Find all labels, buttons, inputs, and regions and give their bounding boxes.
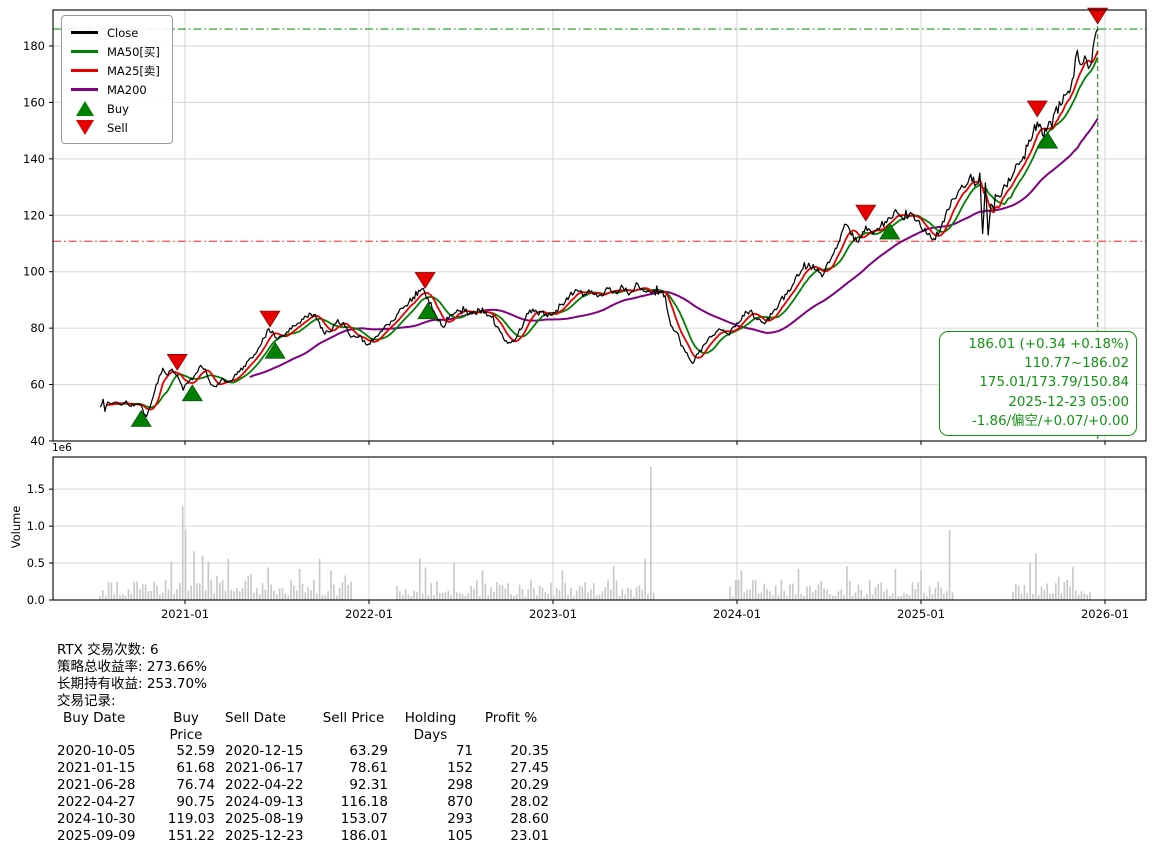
svg-text:40: 40: [30, 434, 45, 448]
svg-text:100: 100: [23, 265, 45, 279]
volume-axis-label: Volume: [9, 505, 23, 549]
table-row: 2022-04-27 90.75 2024-09-13 116.18 870 28.02: [57, 794, 549, 811]
hold-return-line: 长期持有收益: 253.70%: [57, 675, 207, 692]
legend: Close MA50[买] MA25[卖] MA200 Buy Sell: [61, 15, 173, 144]
svg-text:160: 160: [23, 95, 45, 109]
table-row: 2021-06-28 76.74 2022-04-22 92.31 298 20.29: [57, 777, 549, 794]
svg-text:140: 140: [23, 152, 45, 166]
sell-triangle-icon: [71, 120, 98, 135]
svg-text:2024-01: 2024-01: [713, 607, 761, 621]
trade-record-title: 交易记录:: [57, 692, 116, 709]
price-annotation-box: 186.01 (+0.34 +0.18%) 110.77~186.02 175.…: [939, 331, 1137, 437]
annotation-line: 186.01 (+0.34 +0.18%): [968, 337, 1129, 352]
volume-scale-label: 1e6: [52, 442, 72, 454]
legend-item-ma50: MA50[买]: [71, 42, 160, 61]
legend-item-ma200: MA200: [71, 80, 160, 99]
legend-label: MA50[买]: [107, 44, 160, 59]
legend-item-sell: Sell: [71, 118, 160, 137]
close-line-swatch: [71, 31, 98, 34]
annotation-line: 110.77~186.02: [1024, 356, 1129, 372]
legend-label: Close: [107, 25, 139, 40]
ma25-line-swatch: [71, 69, 98, 72]
legend-item-buy: Buy: [71, 99, 160, 118]
trade-count-line: RTX 交易次数: 6: [57, 642, 159, 658]
legend-item-ma25: MA25[卖]: [71, 61, 160, 80]
legend-label: Sell: [107, 120, 128, 135]
annotation-line: 2025-12-23 05:00: [1008, 394, 1129, 410]
svg-text:2026-01: 2026-01: [1081, 607, 1129, 621]
svg-text:2025-01: 2025-01: [897, 607, 945, 621]
figure: 2021-01 2022-01 2023-01 2024-01 2025-01 2026-…: [0, 0, 1152, 849]
table-row: 2024-10-30 119.03 2025-08-19 153.07 293 28.60: [57, 811, 549, 828]
svg-text:180: 180: [23, 39, 45, 53]
strategy-return-line: 策略总收益率: 273.66%: [57, 658, 207, 675]
strategy-stats: RTX 交易次数: 6 策略总收益率: 273.66% 长期持有收益: 253.…: [57, 642, 549, 845]
annotation-line: -1.86/偏空/+0.07/+0.00: [971, 413, 1129, 429]
trade-table-body: 2020-10-05 52.59 2020-12-15 63.29 71 20.35 202…: [57, 743, 549, 844]
annotation-line: 175.01/173.79/150.84: [979, 375, 1129, 391]
table-row: 2021-01-15 61.68 2021-06-17 78.61 152 27.45: [57, 760, 549, 777]
svg-text:0.0: 0.0: [27, 593, 45, 607]
svg-text:120: 120: [23, 208, 45, 222]
buy-triangle-icon: [71, 101, 98, 116]
table-row: 2020-10-05 52.59 2020-12-15 63.29 71 20.35: [57, 743, 549, 760]
legend-item-close: Close: [71, 23, 160, 42]
svg-text:80: 80: [30, 321, 45, 335]
legend-label: MA25[卖]: [107, 63, 160, 78]
trade-table-header: Buy Date Buy Price Sell Date Sell Price …: [63, 709, 538, 743]
ma50-line-swatch: [71, 50, 98, 53]
svg-text:0.5: 0.5: [27, 556, 45, 570]
table-row: 2025-09-09 151.22 2025-12-23 186.01 105 23.01: [57, 827, 549, 844]
ma200-line-swatch: [71, 88, 98, 91]
svg-text:2021-01: 2021-01: [161, 607, 209, 621]
legend-label: MA200: [107, 82, 147, 97]
legend-label: Buy: [107, 101, 129, 116]
svg-text:2023-01: 2023-01: [529, 607, 577, 621]
svg-text:1.5: 1.5: [27, 482, 45, 496]
svg-text:2022-01: 2022-01: [345, 607, 393, 621]
svg-text:1.0: 1.0: [27, 519, 45, 533]
svg-text:60: 60: [30, 378, 45, 392]
